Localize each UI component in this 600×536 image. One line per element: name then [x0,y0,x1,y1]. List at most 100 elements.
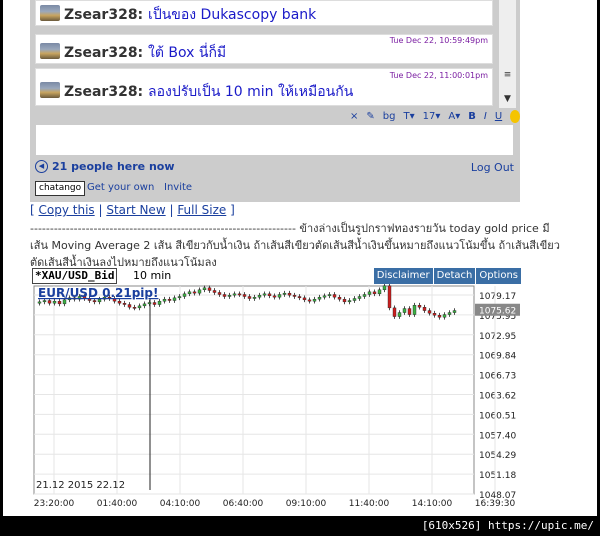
candle [422,307,427,311]
format-toolbar: × ✎ bg T▾ 17▾ A▾ B I U [350,108,520,124]
speaker-icon[interactable]: ◀ [35,160,48,173]
candle [307,299,312,302]
y-tick-label: 1072.95 [479,332,516,342]
chat-widget: Zsear328: เป็นของ Dukascopy bank Tue Dec… [30,0,520,202]
italic-button[interactable]: I [484,111,487,122]
candle [52,300,57,304]
candle [232,293,237,296]
candle [427,310,432,314]
options-button[interactable]: Options [476,268,521,284]
candle [57,300,62,305]
underline-button[interactable]: U [495,111,502,122]
plot-frame [33,285,475,495]
detach-button[interactable]: Detach [433,268,476,284]
browser-page: Zsear328: เป็นของ Dukascopy bank Tue Dec… [3,0,597,516]
font-size-button[interactable]: 17▾ [423,111,441,122]
candle [317,296,322,300]
chat-message: Tue Dec 22, 11:00:01pm Zsear328: ลองปรับ… [35,68,493,106]
candle [382,285,387,291]
y-tick-label: 1057.40 [479,431,516,441]
text-color-button[interactable]: A▾ [448,111,460,122]
candle [92,300,97,303]
smiley-icon[interactable] [510,109,520,123]
avatar [40,43,60,59]
y-tick-label: 1060.51 [479,411,516,421]
candle [302,297,307,301]
x-tick-label: 23:20:00 [34,499,75,509]
current-price-label: 1075.62 [479,307,516,317]
message-user: Zsear328: [64,84,144,100]
message-time: Tue Dec 22, 11:00:01pm [389,71,488,80]
y-tick-label: 1069.84 [479,352,516,362]
font-button[interactable]: T▾ [403,111,414,122]
candle [132,307,137,309]
candle [202,287,207,291]
message-user: Zsear328: [64,45,144,61]
chart-interval[interactable]: 10 min [133,269,171,282]
candle [432,313,437,316]
start-new-link[interactable]: Start New [106,203,165,217]
candle [152,302,157,305]
candle [147,302,152,305]
candle [197,289,202,294]
candle [367,291,372,295]
candle [192,291,197,294]
message-user: Zsear328: [64,7,144,23]
x-tick-label: 01:40:00 [97,499,138,509]
y-tick-label: 1051.18 [479,471,516,481]
get-your-own-link[interactable]: Get your own [87,182,154,193]
candle [387,285,392,309]
price-chart[interactable]: 1079.17 1075.95 1072.95 1069.84 1066.73 1063.… [32,284,521,516]
full-size-link[interactable]: Full Size [177,203,226,217]
chart-svg: 1079.171075.951072.951069.841066.731063.… [33,284,520,509]
candle [42,300,47,303]
candle [297,296,302,299]
candle [257,294,262,298]
candle [157,300,162,305]
candle [402,308,407,313]
scroll-down-icon[interactable]: ▼ [499,94,516,104]
candle [342,298,347,303]
candle [362,294,367,297]
candle [47,300,52,304]
candle [267,293,272,297]
candle [277,294,282,298]
candle [397,312,402,317]
chatango-logo[interactable]: chatango [35,181,86,196]
candle [407,308,412,315]
close-icon[interactable]: × [350,111,358,122]
candle [142,303,147,307]
bold-button[interactable]: B [468,111,476,122]
candle [207,287,212,291]
avatar [40,5,60,21]
chat-input[interactable] [35,124,514,156]
bg-color-button[interactable]: bg [383,111,396,122]
candle [392,307,397,317]
candle [437,315,442,318]
message-time: Tue Dec 22, 10:59:49pm [389,36,488,45]
candle [332,294,337,298]
candle [322,295,327,298]
menu-icon[interactable]: ≡ [499,70,516,80]
x-tick-label: 14:10:00 [412,499,453,509]
invite-link[interactable]: Invite [164,182,192,193]
candle [182,293,187,297]
candle [327,294,332,297]
chart-timestamp: 21.12 2015 22.12 [36,480,125,491]
candle [117,300,122,304]
candle [282,292,287,295]
copy-this-link[interactable]: Copy this [39,203,95,217]
people-count[interactable]: 21 people here now [52,160,175,173]
logout-link[interactable]: Log Out [471,161,514,174]
chart-header: *XAU/USD_Bid 10 min Disclaimer Detach Op… [32,268,521,284]
candle [172,297,177,301]
candle [217,292,222,295]
disclaimer-button[interactable]: Disclaimer [373,268,433,284]
promo-link[interactable]: EUR/USD 0.21pip! [38,286,158,300]
x-tick-label: 09:10:00 [286,499,327,509]
candle [447,312,452,315]
candle [177,296,182,299]
chart-symbol[interactable]: *XAU/USD_Bid [32,268,118,284]
chat-scrollbar[interactable]: ≡ ▼ [498,0,516,108]
pen-icon[interactable]: ✎ [366,111,374,122]
